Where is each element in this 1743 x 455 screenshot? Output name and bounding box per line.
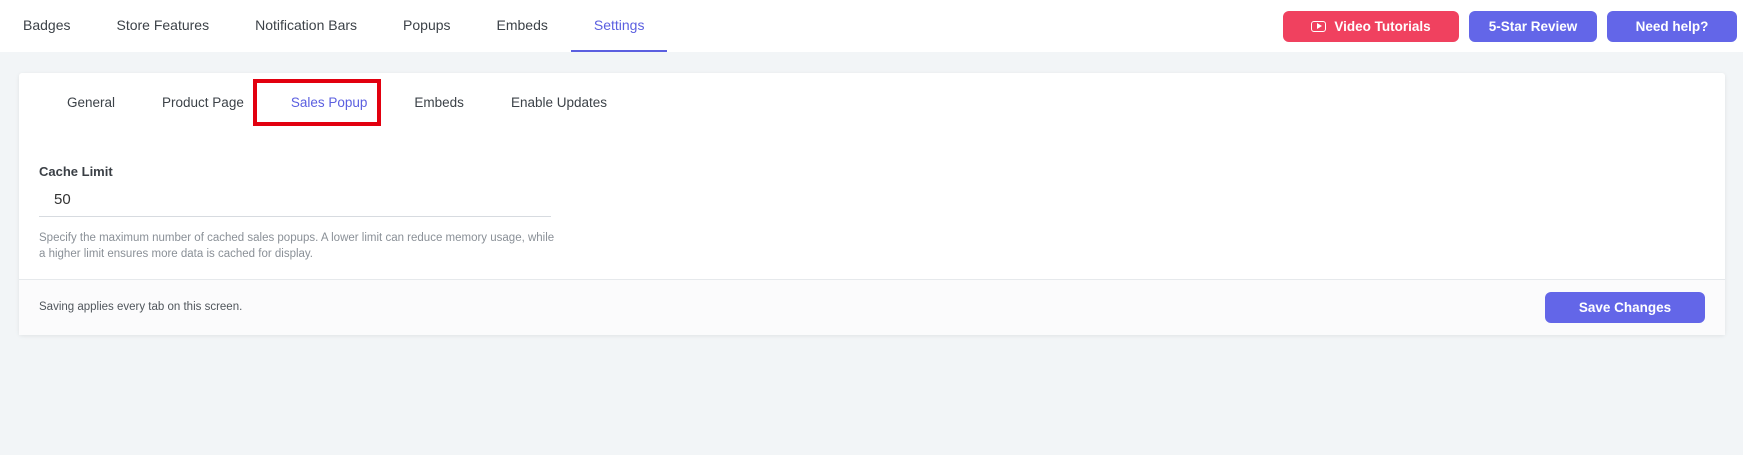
top-actions: Video Tutorials 5-Star Review Need help? <box>1283 0 1743 52</box>
top-navigation-bar: Badges Store Features Notification Bars … <box>0 0 1743 52</box>
tab-store-features[interactable]: Store Features <box>93 0 232 52</box>
card-footer: Saving applies every tab on this screen.… <box>19 279 1725 335</box>
tab-notification-bars[interactable]: Notification Bars <box>232 0 380 52</box>
cache-limit-input[interactable] <box>39 183 551 217</box>
subtab-embeds[interactable]: Embeds <box>406 81 472 123</box>
subtab-enable-updates[interactable]: Enable Updates <box>503 81 615 123</box>
youtube-play-icon <box>1311 20 1327 32</box>
subtab-general[interactable]: General <box>59 81 123 123</box>
settings-card: General Product Page Sales Popup Embeds … <box>19 73 1725 335</box>
five-star-review-button[interactable]: 5-Star Review <box>1469 10 1597 42</box>
cache-limit-label: Cache Limit <box>39 164 113 179</box>
main-tabs: Badges Store Features Notification Bars … <box>0 0 668 52</box>
save-changes-button[interactable]: Save Changes <box>1545 292 1705 323</box>
tab-embeds[interactable]: Embeds <box>474 0 571 52</box>
subtab-product-page[interactable]: Product Page <box>154 81 252 123</box>
need-help-button[interactable]: Need help? <box>1607 10 1737 42</box>
video-tutorials-label: Video Tutorials <box>1334 18 1431 34</box>
cache-limit-help-text: Specify the maximum number of cached sal… <box>39 232 555 260</box>
footer-note: Saving applies every tab on this screen. <box>39 301 243 313</box>
tab-popups[interactable]: Popups <box>380 0 473 52</box>
tab-badges[interactable]: Badges <box>0 0 93 52</box>
video-tutorials-button[interactable]: Video Tutorials <box>1283 10 1459 42</box>
tab-settings[interactable]: Settings <box>570 0 668 52</box>
settings-subtabs: General Product Page Sales Popup Embeds … <box>59 81 615 123</box>
subtab-sales-popup[interactable]: Sales Popup <box>283 81 376 123</box>
